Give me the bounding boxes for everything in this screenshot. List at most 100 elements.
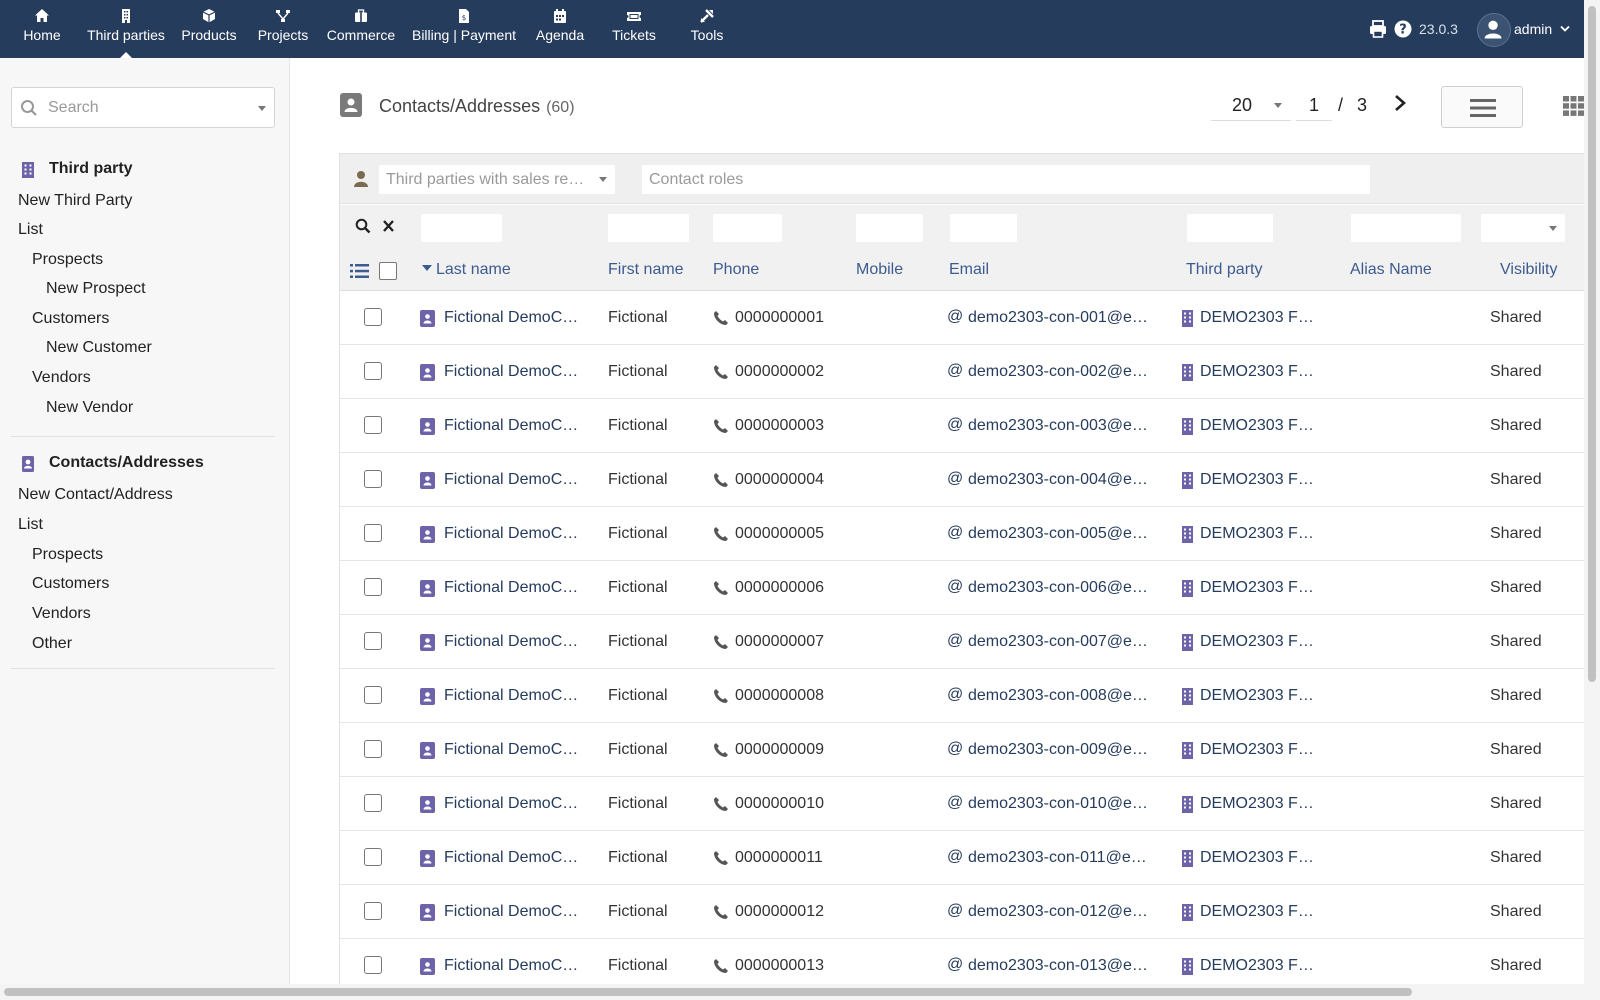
filter-alias[interactable] (1351, 214, 1461, 242)
row-checkbox[interactable] (364, 794, 382, 812)
nav-products[interactable]: Products (178, 8, 240, 54)
menu-new-contact[interactable]: New Contact/Address (18, 486, 173, 504)
sidebar-search[interactable] (11, 87, 275, 128)
col-header-mobile[interactable]: Mobile (856, 261, 903, 279)
col-header-firstname[interactable]: First name (608, 261, 684, 279)
contact-lastname-link[interactable]: Fictional DemoC… (444, 471, 578, 489)
close-icon[interactable] (382, 219, 395, 233)
nav-billing-payment[interactable]: $ Billing | Payment (408, 8, 520, 54)
contact-phone[interactable]: 0000000013 (735, 957, 824, 975)
contact-email-link[interactable]: demo2303-con-003@e… (968, 417, 1148, 435)
select-all-checkbox[interactable] (379, 262, 397, 280)
contact-email-link[interactable]: demo2303-con-013@e… (968, 957, 1148, 975)
col-header-visibility[interactable]: Visibility (1500, 261, 1558, 279)
page-current-input[interactable]: 1 (1296, 88, 1332, 121)
contact-email-link[interactable]: demo2303-con-005@e… (968, 525, 1148, 543)
contact-roles-input[interactable] (642, 165, 1370, 194)
filter-email[interactable] (950, 214, 1017, 242)
row-checkbox[interactable] (364, 578, 382, 596)
filter-lastname[interactable] (421, 214, 502, 242)
nav-tools[interactable]: Tools (684, 8, 730, 54)
contact-email-link[interactable]: demo2303-con-012@e… (968, 903, 1148, 921)
contact-phone[interactable]: 0000000003 (735, 417, 824, 435)
contact-thirdparty-link[interactable]: DEMO2303 F… (1200, 525, 1314, 543)
contact-phone[interactable]: 0000000004 (735, 471, 824, 489)
contact-phone[interactable]: 0000000007 (735, 633, 824, 651)
print-icon[interactable] (1368, 19, 1388, 39)
vertical-scrollbar-thumb[interactable] (1588, 6, 1596, 682)
contact-phone[interactable]: 0000000010 (735, 795, 824, 813)
row-checkbox[interactable] (364, 686, 382, 704)
contact-thirdparty-link[interactable]: DEMO2303 F… (1200, 741, 1314, 759)
contact-phone[interactable]: 0000000009 (735, 741, 824, 759)
avatar[interactable] (1477, 13, 1511, 47)
contact-lastname-link[interactable]: Fictional DemoC… (444, 849, 578, 867)
contact-thirdparty-link[interactable]: DEMO2303 F… (1200, 471, 1314, 489)
menu-contact-other[interactable]: Other (32, 635, 72, 653)
contact-lastname-link[interactable]: Fictional DemoC… (444, 741, 578, 759)
contact-thirdparty-link[interactable]: DEMO2303 F… (1200, 957, 1314, 975)
row-checkbox[interactable] (364, 956, 382, 974)
contact-thirdparty-link[interactable]: DEMO2303 F… (1200, 849, 1314, 867)
row-checkbox[interactable] (364, 848, 382, 866)
col-header-thirdparty[interactable]: Third party (1186, 261, 1262, 279)
contact-thirdparty-link[interactable]: DEMO2303 F… (1200, 309, 1314, 327)
menu-contact-customers[interactable]: Customers (32, 575, 109, 593)
contact-thirdparty-link[interactable]: DEMO2303 F… (1200, 687, 1314, 705)
user-name[interactable]: admin (1514, 21, 1552, 37)
menu-new-prospect[interactable]: New Prospect (46, 280, 146, 298)
contact-lastname-link[interactable]: Fictional DemoC… (444, 687, 578, 705)
menu-vendors[interactable]: Vendors (32, 369, 91, 387)
contact-email-link[interactable]: demo2303-con-004@e… (968, 471, 1148, 489)
sales-rep-filter-select[interactable]: Third parties with sales re… (379, 165, 615, 194)
contact-email-link[interactable]: demo2303-con-010@e… (968, 795, 1148, 813)
chevron-down-icon[interactable] (1560, 25, 1570, 33)
contact-phone[interactable]: 0000000001 (735, 309, 824, 327)
vertical-scrollbar[interactable] (1584, 0, 1600, 1000)
help-icon[interactable]: ? (1393, 19, 1413, 39)
contact-phone[interactable]: 0000000005 (735, 525, 824, 543)
col-header-lastname[interactable]: Last name (422, 261, 511, 279)
row-checkbox[interactable] (364, 524, 382, 542)
contact-email-link[interactable]: demo2303-con-006@e… (968, 579, 1148, 597)
nav-commerce[interactable]: Commerce (324, 8, 398, 54)
menu-contact-list[interactable]: List (18, 516, 43, 534)
contact-lastname-link[interactable]: Fictional DemoC… (444, 903, 578, 921)
col-header-phone[interactable]: Phone (713, 261, 759, 279)
contact-thirdparty-link[interactable]: DEMO2303 F… (1200, 363, 1314, 381)
contact-email-link[interactable]: demo2303-con-011@e… (968, 849, 1147, 867)
search-input[interactable] (48, 96, 248, 120)
menu-customers[interactable]: Customers (32, 310, 109, 328)
nav-tickets[interactable]: Tickets (606, 8, 662, 54)
contact-lastname-link[interactable]: Fictional DemoC… (444, 579, 578, 597)
menu-contact-prospects[interactable]: Prospects (32, 546, 103, 564)
menu-third-party-list[interactable]: List (18, 221, 43, 239)
grid-view-icon[interactable] (1563, 96, 1584, 116)
search-dropdown-caret[interactable] (258, 106, 266, 111)
contact-lastname-link[interactable]: Fictional DemoC… (444, 525, 578, 543)
col-header-alias[interactable]: Alias Name (1350, 261, 1432, 279)
row-checkbox[interactable] (364, 740, 382, 758)
page-size-select[interactable]: 20 (1211, 88, 1291, 121)
row-checkbox[interactable] (364, 416, 382, 434)
contact-email-link[interactable]: demo2303-con-008@e… (968, 687, 1148, 705)
filter-phone[interactable] (713, 214, 782, 242)
filter-thirdparty[interactable] (1187, 214, 1273, 242)
list-view-button[interactable] (1441, 86, 1523, 128)
contact-email-link[interactable]: demo2303-con-002@e… (968, 363, 1148, 381)
row-checkbox[interactable] (364, 632, 382, 650)
filter-firstname[interactable] (608, 214, 689, 242)
contact-phone[interactable]: 0000000011 (735, 849, 823, 867)
nav-projects[interactable]: Projects (254, 8, 312, 54)
menu-new-vendor[interactable]: New Vendor (46, 399, 133, 417)
contact-lastname-link[interactable]: Fictional DemoC… (444, 309, 578, 327)
horizontal-scrollbar[interactable] (0, 984, 1584, 1000)
contact-lastname-link[interactable]: Fictional DemoC… (444, 633, 578, 651)
contact-thirdparty-link[interactable]: DEMO2303 F… (1200, 633, 1314, 651)
contact-thirdparty-link[interactable]: DEMO2303 F… (1200, 579, 1314, 597)
contact-phone[interactable]: 0000000006 (735, 579, 824, 597)
contact-lastname-link[interactable]: Fictional DemoC… (444, 417, 578, 435)
contact-lastname-link[interactable]: Fictional DemoC… (444, 795, 578, 813)
contact-thirdparty-link[interactable]: DEMO2303 F… (1200, 795, 1314, 813)
row-checkbox[interactable] (364, 902, 382, 920)
